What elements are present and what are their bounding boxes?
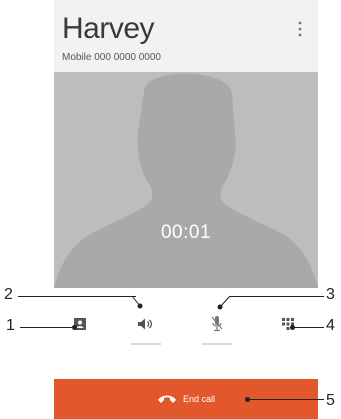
dialpad-button[interactable] [276, 312, 300, 336]
mute-button[interactable] [205, 312, 229, 336]
callout-1: 1 [6, 317, 15, 334]
speaker-button[interactable] [134, 312, 158, 336]
callout-2-line [18, 296, 136, 297]
callout-3: 3 [326, 286, 335, 303]
callout-5-line [250, 399, 324, 400]
callout-2: 2 [4, 286, 13, 303]
more-vert-icon[interactable] [296, 20, 304, 38]
speaker-toggle-indicator [131, 343, 161, 345]
call-screen: Harvey Mobile 000 0000 0000 00:01 End ca… [54, 0, 318, 419]
caller-name: Harvey [62, 12, 155, 45]
callout-3-line [230, 296, 324, 297]
in-call-controls [54, 288, 318, 350]
callout-3-pointer [217, 295, 231, 310]
contact-silhouette [54, 73, 318, 288]
caller-number: Mobile 000 0000 0000 [62, 52, 161, 63]
contacts-button[interactable] [68, 312, 92, 336]
callout-1-line [20, 327, 74, 328]
contact-photo: 00:01 [54, 72, 318, 288]
callout-4: 4 [326, 317, 335, 334]
callout-2-pointer [131, 295, 143, 309]
call-timer: 00:01 [160, 222, 212, 243]
caller-header: Harvey Mobile 000 0000 0000 [54, 0, 318, 72]
speaker-icon [138, 318, 153, 330]
callout-1-dot [72, 325, 77, 330]
mute-mic-icon [211, 316, 223, 332]
end-call-label: End call [182, 394, 216, 404]
end-call-icon [157, 395, 176, 403]
callout-4-line [294, 327, 324, 328]
callout-5: 5 [326, 392, 335, 409]
mute-toggle-indicator [202, 343, 232, 345]
